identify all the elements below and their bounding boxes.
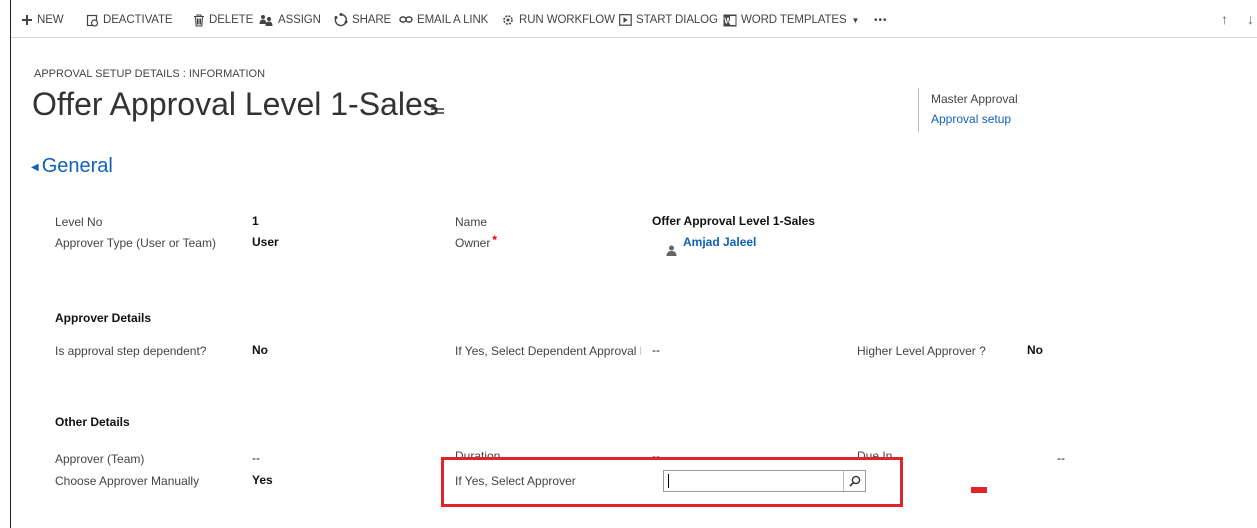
due-in-value[interactable]: -- xyxy=(1057,451,1065,465)
select-dependent-value[interactable]: -- xyxy=(652,343,660,357)
share-label: SHARE xyxy=(352,14,392,26)
dependent-value[interactable]: No xyxy=(252,343,268,357)
breadcrumb: APPROVAL SETUP DETAILS : INFORMATION xyxy=(34,68,266,80)
level-no-label: Level No xyxy=(55,215,103,229)
dependent-label: Is approval step dependent? xyxy=(55,344,207,358)
deactivate-icon xyxy=(86,14,99,27)
new-button[interactable]: NEW xyxy=(21,12,64,28)
command-bar: NEW DEACTIVATE DELETE ASSIGN SHARE EMAIL… xyxy=(11,0,1257,38)
select-dependent-label: If Yes, Select Dependent Approval L xyxy=(455,344,641,358)
required-asterisk: * xyxy=(492,233,498,247)
svg-text:W: W xyxy=(724,16,732,25)
other-details-heading: Other Details xyxy=(55,415,130,429)
general-section-header[interactable]: ◀ General xyxy=(31,155,113,178)
delete-button[interactable]: DELETE xyxy=(193,12,253,28)
name-value[interactable]: Offer Approval Level 1-Sales xyxy=(652,214,815,228)
new-label: NEW xyxy=(37,14,64,26)
assign-icon xyxy=(259,14,273,26)
level-no-value[interactable]: 1 xyxy=(252,214,259,228)
start-dialog-label: START DIALOG xyxy=(636,14,718,26)
form-frame: NEW DEACTIVATE DELETE ASSIGN SHARE EMAIL… xyxy=(10,0,1257,528)
run-workflow-label: RUN WORKFLOW xyxy=(519,14,615,26)
related-label: Master Approval xyxy=(931,92,1018,106)
collapse-triangle-icon: ◀ xyxy=(31,162,39,173)
header-divider xyxy=(918,88,919,132)
link-icon xyxy=(399,16,413,23)
run-workflow-button[interactable]: RUN WORKFLOW xyxy=(501,12,615,28)
assign-label: ASSIGN xyxy=(278,14,321,26)
approver-type-label: Approver Type (User or Team) xyxy=(55,236,216,250)
assign-button[interactable]: ASSIGN xyxy=(259,12,321,28)
higher-level-value[interactable]: No xyxy=(1027,343,1043,357)
approver-team-value[interactable]: -- xyxy=(252,451,260,465)
owner-label-text: Owner xyxy=(455,236,491,250)
approver-team-label: Approver (Team) xyxy=(55,452,145,466)
word-icon: W xyxy=(723,14,737,26)
share-icon xyxy=(334,13,348,27)
owner-label: Owner * xyxy=(455,233,498,250)
red-mark xyxy=(971,487,987,493)
share-button[interactable]: SHARE xyxy=(334,12,391,28)
next-record-button[interactable]: ↓ xyxy=(1247,11,1254,27)
user-icon xyxy=(666,245,677,256)
email-link-button[interactable]: EMAIL A LINK xyxy=(399,12,488,28)
trash-icon xyxy=(194,13,204,27)
word-templates-button[interactable]: W WORD TEMPLATES ▼ xyxy=(723,12,859,28)
delete-label: DELETE xyxy=(209,14,254,26)
higher-level-label: Higher Level Approver ? xyxy=(857,344,986,358)
related-link-text: Approval setup f xyxy=(931,112,1011,126)
email-link-label: EMAIL A LINK xyxy=(417,14,489,26)
highlight-box xyxy=(441,457,903,507)
previous-record-button[interactable]: ↑ xyxy=(1221,11,1228,27)
page-title: Offer Approval Level 1-Sales xyxy=(32,86,439,122)
choose-manually-label: Choose Approver Manually xyxy=(55,474,200,488)
more-commands-button[interactable]: ••• xyxy=(874,12,888,28)
approver-details-heading: Approver Details xyxy=(55,311,152,325)
start-dialog-button[interactable]: START DIALOG xyxy=(619,12,718,28)
deactivate-button[interactable]: DEACTIVATE xyxy=(86,12,173,28)
deactivate-label: DEACTIVATE xyxy=(103,14,173,26)
choose-manually-value[interactable]: Yes xyxy=(252,473,273,487)
chevron-down-icon: ▼ xyxy=(851,15,860,25)
dialog-icon xyxy=(619,14,632,26)
word-templates-label: WORD TEMPLATES xyxy=(741,14,847,26)
form-selector-menu-icon[interactable] xyxy=(431,104,445,116)
plus-icon xyxy=(22,15,32,25)
owner-value-link[interactable]: Amjad Jaleel xyxy=(683,235,756,249)
related-record-link[interactable]: Approval setup fo xyxy=(931,112,1011,126)
section-title: General xyxy=(41,155,113,177)
workflow-icon xyxy=(503,15,513,25)
name-label: Name xyxy=(455,215,488,229)
approver-type-value[interactable]: User xyxy=(252,235,279,249)
